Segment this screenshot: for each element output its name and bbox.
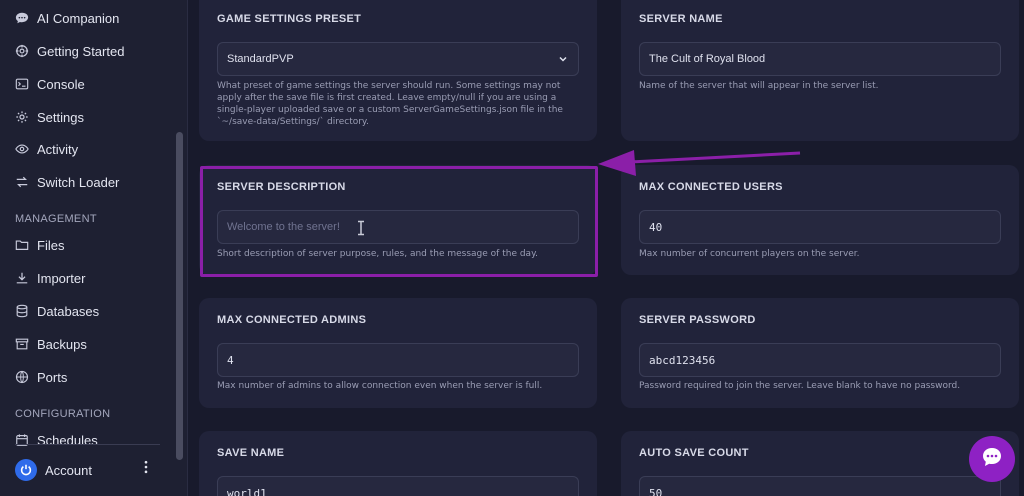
field-help: Name of the server that will appear in t…	[639, 81, 879, 91]
sidebar-item-label: Switch Loader	[37, 174, 120, 190]
sidebar-item-label: Activity	[37, 141, 79, 157]
save-name-input[interactable]: world1	[217, 476, 579, 496]
power-icon	[15, 459, 37, 481]
swap-icon	[15, 175, 29, 189]
sidebar-item-schedules[interactable]: Schedules	[15, 428, 98, 452]
download-icon	[15, 271, 29, 285]
chat-support-button[interactable]	[969, 436, 1015, 482]
sidebar-item-label: Settings	[37, 109, 84, 125]
chat-icon	[15, 11, 29, 25]
server-name-input[interactable]: The Cult of Royal Blood	[639, 42, 1001, 76]
sidebar-item-importer[interactable]: Importer	[15, 266, 85, 290]
field-label: SERVER NAME	[639, 13, 723, 25]
sidebar-item-getting-started[interactable]: Getting Started	[15, 39, 124, 63]
sidebar-item-label: Databases	[37, 303, 100, 319]
field-label: GAME SETTINGS PRESET	[217, 13, 362, 25]
field-help: Password required to join the server. Le…	[639, 381, 961, 391]
annotation-arrow	[598, 150, 801, 176]
terminal-icon	[15, 77, 29, 91]
account-label: Account	[45, 462, 92, 478]
globe-icon	[15, 370, 29, 384]
sidebar-item-label: Console	[37, 76, 85, 92]
sidebar-item-label: AI Companion	[37, 10, 120, 26]
input-value: 50	[649, 486, 663, 496]
account-button[interactable]: Account	[15, 458, 92, 482]
input-value: The Cult of Royal Blood	[649, 53, 766, 65]
field-help: What preset of game settings the server …	[217, 81, 563, 127]
sidebar: AI Companion Getting Started Console Set…	[0, 0, 188, 496]
eye-icon	[15, 142, 29, 156]
field-help: Max number of admins to allow connection…	[217, 381, 543, 391]
rocket-icon	[15, 44, 29, 58]
highlight-box	[200, 166, 598, 277]
auto-save-count-input[interactable]: 50	[639, 476, 1001, 496]
field-label: SAVE NAME	[217, 447, 285, 459]
sidebar-item-label: Ports	[37, 369, 68, 385]
sidebar-item-label: Schedules	[37, 432, 98, 448]
input-value: world1	[227, 486, 267, 496]
folder-icon	[15, 238, 29, 252]
sidebar-item-label: Files	[37, 237, 65, 253]
chevron-down-icon	[558, 54, 568, 64]
sidebar-item-label: Importer	[37, 270, 86, 286]
sidebar-scrollbar[interactable]	[176, 132, 183, 460]
sidebar-item-activity[interactable]: Activity	[15, 137, 78, 161]
sidebar-item-switch-loader[interactable]: Switch Loader	[15, 170, 119, 194]
sidebar-item-label: Backups	[37, 336, 87, 352]
field-label: MAX CONNECTED ADMINS	[217, 314, 367, 326]
archive-icon	[15, 337, 29, 351]
account-divider	[15, 444, 160, 445]
game-settings-preset-select[interactable]: StandardPVP	[217, 42, 579, 76]
server-password-input[interactable]: abcd123456	[639, 343, 1001, 377]
section-label-configuration: CONFIGURATION	[15, 408, 111, 420]
sidebar-item-label: Getting Started	[37, 43, 125, 59]
gear-icon	[15, 110, 29, 124]
sidebar-item-backups[interactable]: Backups	[15, 332, 87, 356]
sidebar-item-settings[interactable]: Settings	[15, 105, 84, 129]
max-connected-users-input[interactable]: 40	[639, 210, 1001, 244]
more-vertical-icon[interactable]	[140, 460, 152, 479]
chat-bubble-icon	[980, 445, 1004, 474]
sidebar-item-console[interactable]: Console	[15, 72, 85, 96]
select-value: StandardPVP	[227, 53, 294, 65]
section-label-management: MANAGEMENT	[15, 213, 97, 225]
field-help: Max number of concurrent players on the …	[639, 249, 860, 259]
sidebar-item-databases[interactable]: Databases	[15, 299, 99, 323]
input-value: 4	[227, 353, 234, 367]
field-label: AUTO SAVE COUNT	[639, 447, 749, 459]
database-icon	[15, 304, 29, 318]
max-connected-admins-input[interactable]: 4	[217, 343, 579, 377]
input-value: 40	[649, 220, 663, 234]
sidebar-item-ai-companion[interactable]: AI Companion	[15, 6, 119, 30]
sidebar-item-ports[interactable]: Ports	[15, 365, 67, 389]
sidebar-item-files[interactable]: Files	[15, 233, 64, 257]
field-label: SERVER PASSWORD	[639, 314, 756, 326]
input-value: abcd123456	[649, 353, 716, 367]
